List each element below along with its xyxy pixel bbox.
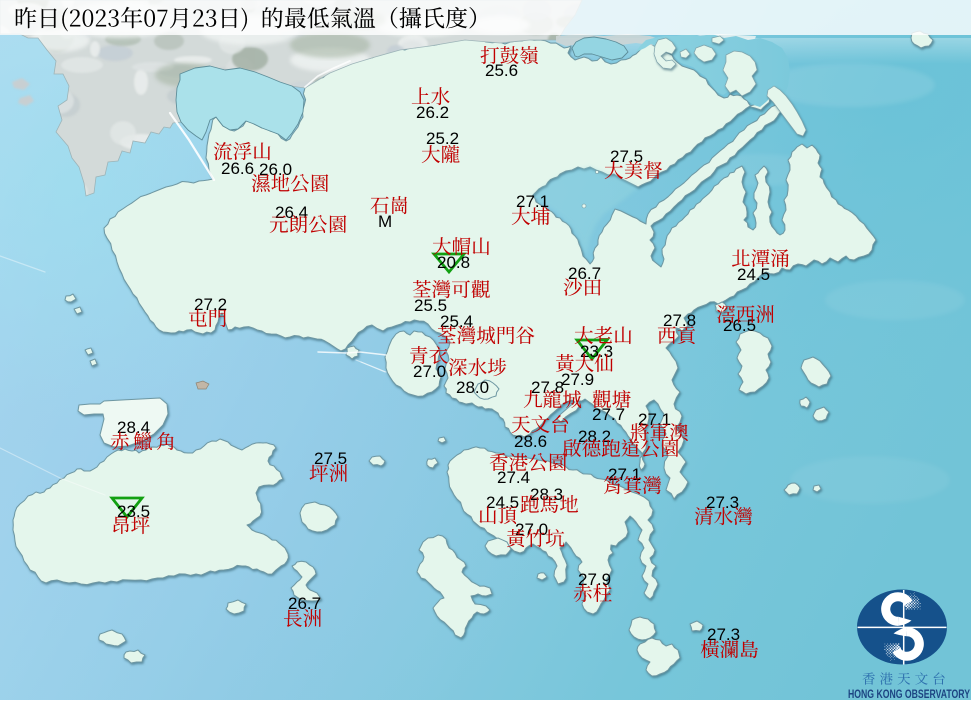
svg-text:23.3: 23.3 xyxy=(580,342,613,361)
svg-text:HONG KONG OBSERVATORY: HONG KONG OBSERVATORY xyxy=(848,687,970,700)
svg-text:26.2: 26.2 xyxy=(416,103,449,122)
svg-text:27.4: 27.4 xyxy=(497,468,530,487)
svg-text:27.9: 27.9 xyxy=(561,370,594,389)
svg-text:26.5: 26.5 xyxy=(723,316,756,335)
svg-text:27.0: 27.0 xyxy=(413,362,446,381)
svg-text:27.8: 27.8 xyxy=(663,311,696,330)
svg-text:24.5: 24.5 xyxy=(737,265,770,284)
svg-text:26.6: 26.6 xyxy=(221,159,254,178)
svg-text:28.2: 28.2 xyxy=(578,427,611,446)
svg-text:28.0: 28.0 xyxy=(456,378,489,397)
svg-text:20.8: 20.8 xyxy=(437,253,470,272)
svg-text:27.3: 27.3 xyxy=(707,625,740,644)
svg-text:26.7: 26.7 xyxy=(568,264,601,283)
svg-text:27.5: 27.5 xyxy=(610,147,643,166)
svg-text:M: M xyxy=(378,212,392,231)
svg-text:25.6: 25.6 xyxy=(485,61,518,80)
svg-text:26.0: 26.0 xyxy=(259,160,292,179)
svg-text:28.6: 28.6 xyxy=(514,432,547,451)
svg-text:27.7: 27.7 xyxy=(592,405,625,424)
